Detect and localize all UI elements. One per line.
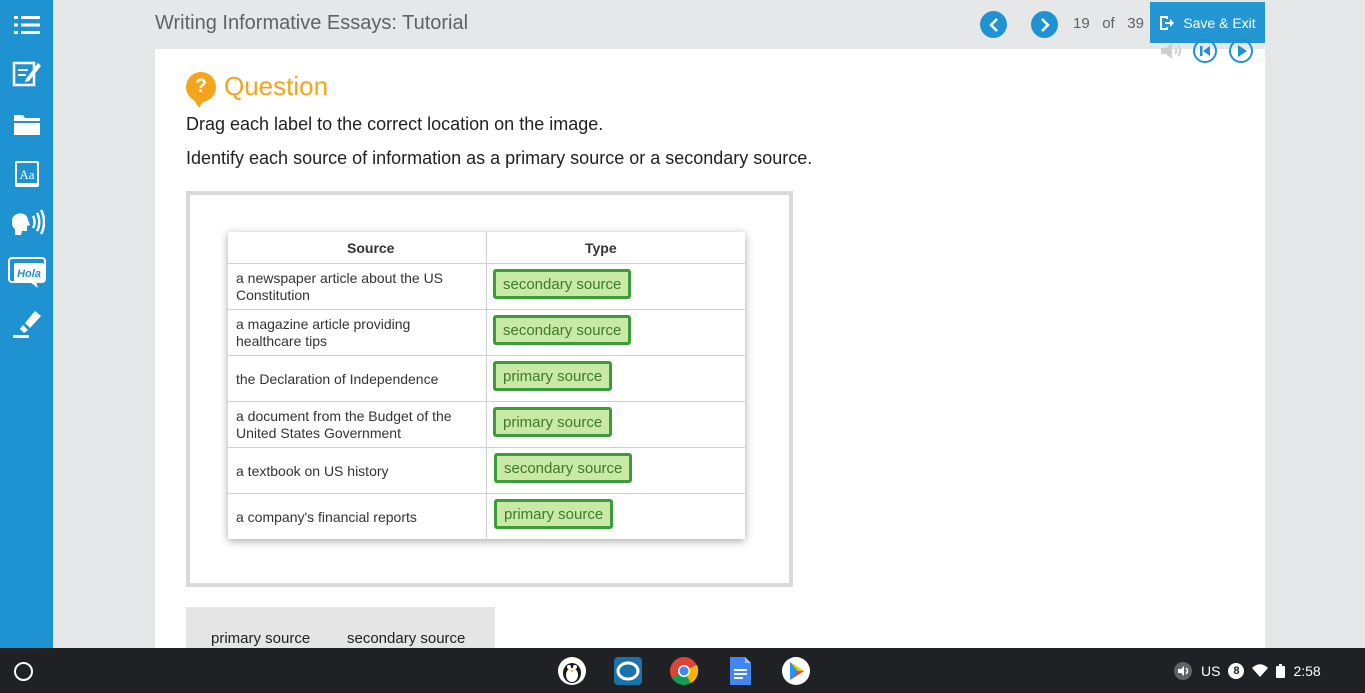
camera-app-icon[interactable] bbox=[613, 656, 643, 686]
table-of-contents-icon bbox=[13, 16, 40, 34]
wifi-icon bbox=[1252, 663, 1269, 677]
placed-label-row-3[interactable]: primary source bbox=[493, 361, 613, 391]
audio-controls bbox=[1158, 38, 1254, 64]
dictionary-button[interactable]: Aa bbox=[0, 149, 53, 199]
keyboard-locale: US bbox=[1201, 662, 1221, 679]
table-row: a textbook on US history bbox=[228, 447, 745, 493]
accessibility-audio-icon bbox=[1174, 661, 1192, 680]
page-counter: 19 of 39 bbox=[1073, 15, 1144, 32]
page-title: Writing Informative Essays: Tutorial bbox=[155, 12, 469, 34]
source-table: Source Type a newspaper article about th… bbox=[228, 232, 745, 539]
table-row: a document from the Budget of the United… bbox=[228, 401, 745, 447]
chrome-icon[interactable] bbox=[669, 656, 699, 686]
table-row: a newspaper article about the US Constit… bbox=[228, 263, 745, 309]
bank-label-primary[interactable]: primary source bbox=[211, 630, 310, 647]
text-to-speech-button[interactable] bbox=[0, 197, 53, 247]
question-heading: ? Question bbox=[186, 71, 329, 108]
column-header-source: Source bbox=[347, 240, 395, 256]
placed-label-row-4[interactable]: primary source bbox=[493, 407, 613, 437]
table-row: a company's financial reports bbox=[228, 493, 745, 539]
table-row: a magazine article providing healthcare … bbox=[228, 309, 745, 355]
speaker-muted-icon[interactable] bbox=[1158, 39, 1182, 63]
folder-button[interactable] bbox=[0, 99, 53, 149]
launcher-button[interactable] bbox=[14, 662, 33, 681]
os-taskbar: US 8 2:58 bbox=[0, 648, 1365, 693]
battery-icon bbox=[1276, 663, 1286, 678]
notes-icon bbox=[12, 61, 41, 87]
notification-count-badge: 8 bbox=[1228, 662, 1245, 679]
table-row: the Declaration of Independence bbox=[228, 355, 745, 401]
source-cell: the Declaration of Independence bbox=[236, 370, 439, 387]
source-cell: a newspaper article about the US Constit… bbox=[236, 270, 444, 303]
bank-label-secondary[interactable]: secondary source bbox=[347, 630, 465, 647]
dictionary-icon: Aa bbox=[14, 161, 39, 187]
placed-label-row-1[interactable]: secondary source bbox=[493, 269, 632, 299]
question-title: Question bbox=[224, 71, 329, 101]
notes-button[interactable] bbox=[0, 48, 53, 98]
dictionary-label: Aa bbox=[19, 167, 34, 182]
placed-label-row-2[interactable]: secondary source bbox=[493, 315, 632, 345]
instruction-identify: Identify each source of information as a… bbox=[186, 148, 813, 168]
translate-label: Hola bbox=[17, 268, 41, 280]
question-mark-icon: ? bbox=[186, 71, 216, 108]
save-exit-label: Save & Exit bbox=[1183, 14, 1256, 31]
save-exit-button[interactable]: Save & Exit bbox=[1150, 2, 1265, 43]
label-bank: primary source secondary source bbox=[186, 607, 495, 652]
play-audio-icon[interactable] bbox=[1228, 38, 1254, 64]
translate-icon: Hola bbox=[7, 257, 46, 288]
placed-label-row-5[interactable]: secondary source bbox=[494, 453, 633, 483]
folder-icon bbox=[13, 115, 40, 135]
docs-icon[interactable] bbox=[725, 656, 755, 686]
penguin-app-icon[interactable] bbox=[557, 656, 587, 686]
instruction-drag: Drag each label to the correct location … bbox=[186, 114, 604, 134]
highlighter-button[interactable] bbox=[0, 298, 53, 348]
clock: 2:58 bbox=[1293, 662, 1321, 679]
text-to-speech-icon bbox=[11, 209, 45, 235]
play-store-icon[interactable] bbox=[781, 656, 811, 686]
translate-button[interactable]: Hola bbox=[0, 248, 53, 298]
placed-label-row-6[interactable]: primary source bbox=[494, 499, 614, 529]
page-of: of bbox=[1102, 15, 1115, 32]
source-cell: a magazine article providing healthcare … bbox=[236, 316, 411, 349]
source-cell: a company's financial reports bbox=[236, 508, 417, 525]
exit-icon bbox=[1160, 15, 1175, 30]
restart-audio-icon[interactable] bbox=[1192, 38, 1218, 64]
chevron-right-icon bbox=[1040, 17, 1050, 32]
system-tray[interactable]: US 8 2:58 bbox=[1173, 655, 1358, 686]
table-of-contents-button[interactable] bbox=[0, 0, 53, 50]
next-page-button[interactable] bbox=[1031, 11, 1058, 38]
page-total: 39 bbox=[1127, 15, 1144, 32]
left-sidebar: Aa Hola bbox=[0, 0, 53, 648]
chevron-left-icon bbox=[988, 17, 998, 32]
highlighter-icon bbox=[12, 311, 41, 338]
previous-page-button[interactable] bbox=[980, 11, 1007, 38]
page-current: 19 bbox=[1073, 15, 1090, 32]
column-header-type: Type bbox=[585, 240, 617, 256]
source-cell: a document from the Budget of the United… bbox=[236, 408, 452, 441]
source-cell: a textbook on US history bbox=[236, 462, 389, 479]
